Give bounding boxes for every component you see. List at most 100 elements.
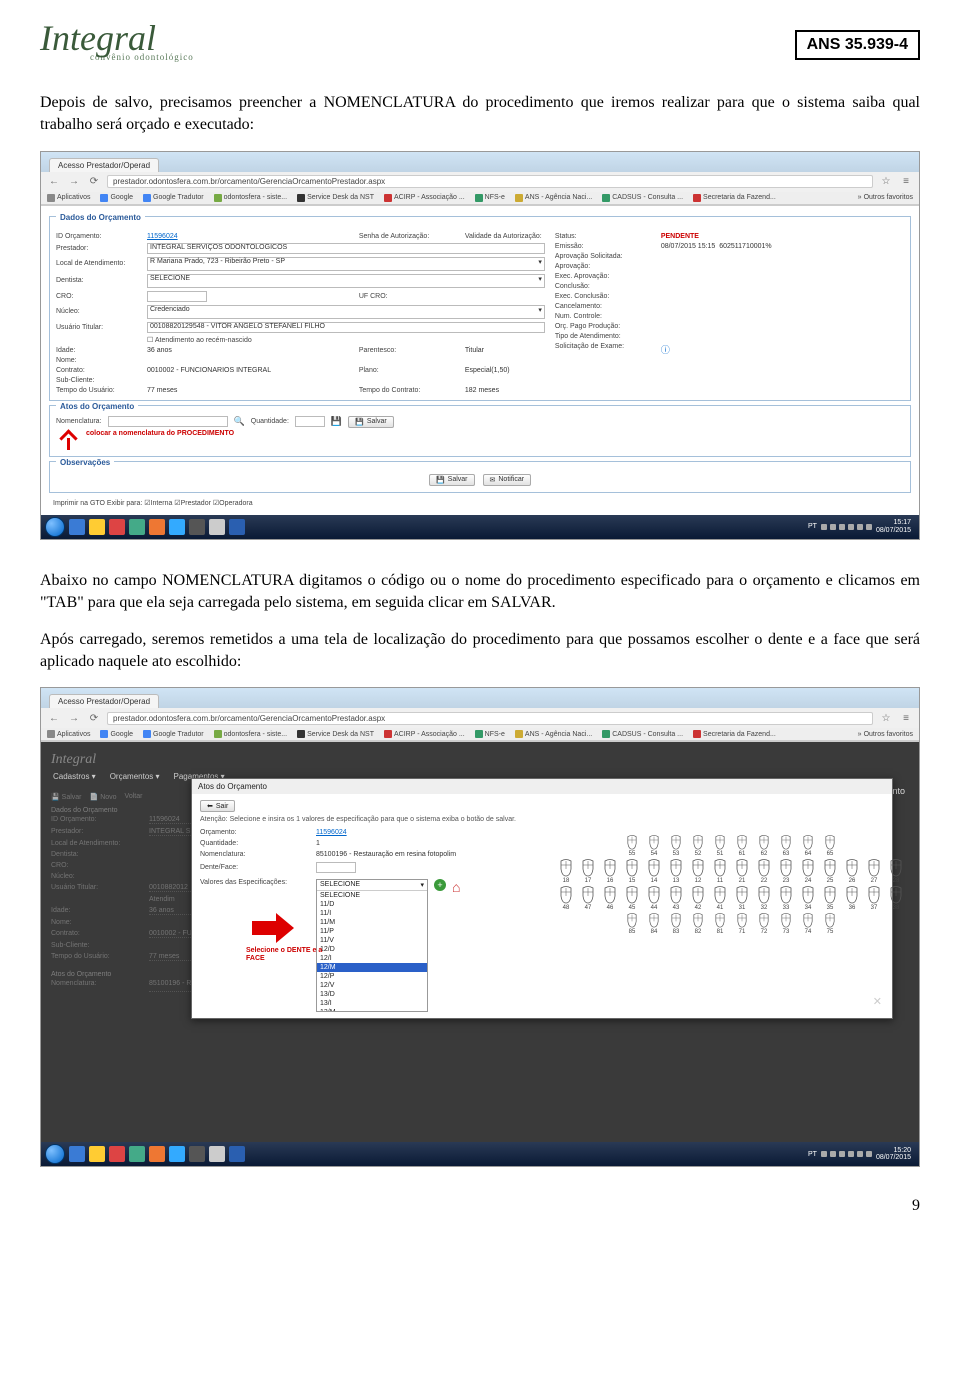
tooth-41[interactable]: 41 <box>712 886 728 911</box>
bookmark-item[interactable]: NFS-e <box>475 730 505 738</box>
tooth-44[interactable]: 44 <box>646 886 662 911</box>
menu-icon[interactable]: ≡ <box>899 711 913 725</box>
tooth-38[interactable]: 38 <box>888 886 904 911</box>
bookmark-item[interactable]: NFS-e <box>475 194 505 202</box>
tooth-52[interactable]: 52 <box>690 835 706 857</box>
search-icon[interactable]: 🔍 <box>234 416 245 427</box>
tooth-33[interactable]: 33 <box>778 886 794 911</box>
tooth-62[interactable]: 62 <box>756 835 772 857</box>
chrome-icon[interactable] <box>89 1146 105 1162</box>
dropdown-option[interactable]: 11/D <box>317 900 427 909</box>
cro-input[interactable] <box>147 291 207 302</box>
tooth-18[interactable]: 18 <box>558 859 574 884</box>
tooth-83[interactable]: 83 <box>668 913 684 935</box>
tooth-14[interactable]: 14 <box>646 859 662 884</box>
orc-value[interactable]: 11596024 <box>316 829 536 836</box>
close-icon[interactable]: ✕ <box>873 995 882 1008</box>
app-icon[interactable] <box>129 519 145 535</box>
bookmark-item[interactable]: ANS - Agência Naci... <box>515 730 592 738</box>
bookmark-item[interactable]: Aplicativos <box>47 730 90 738</box>
tooth-24[interactable]: 24 <box>800 859 816 884</box>
tooth-16[interactable]: 16 <box>602 859 618 884</box>
nucleo-select[interactable]: Credenciado▾ <box>147 305 545 319</box>
bookmark-item[interactable]: Google <box>100 730 133 738</box>
spec-dropdown[interactable]: SELECIONE▾ SELECIONE11/D11/I11/M11/P11/V… <box>316 879 428 1012</box>
tooth-32[interactable]: 32 <box>756 886 772 911</box>
sair-button[interactable]: ⬅ Sair <box>200 800 235 812</box>
tooth-64[interactable]: 64 <box>800 835 816 857</box>
bookmark-item[interactable]: ACIRP - Associação ... <box>384 194 465 202</box>
tooth-72[interactable]: 72 <box>756 913 772 935</box>
url-field[interactable]: prestador.odontosfera.com.br/orcamento/G… <box>107 712 873 725</box>
tooth-61[interactable]: 61 <box>734 835 750 857</box>
tooth-84[interactable]: 84 <box>646 913 662 935</box>
dropdown-option[interactable]: 11/P <box>317 927 427 936</box>
chrome-icon[interactable] <box>89 519 105 535</box>
tooth-13[interactable]: 13 <box>668 859 684 884</box>
checkbox-rn[interactable]: ☐ Atendimento ao recém-nascido <box>147 336 545 344</box>
menu-icon[interactable]: ≡ <box>899 175 913 189</box>
prestador-input[interactable]: INTEGRAL SERVIÇOS ODONTOLOGICOS <box>147 243 545 254</box>
bookmark-item[interactable]: ANS - Agência Naci... <box>515 194 592 202</box>
tooth-37[interactable]: 37 <box>866 886 882 911</box>
tooth-53[interactable]: 53 <box>668 835 684 857</box>
app-icon[interactable] <box>109 1146 125 1162</box>
nomenclatura-input[interactable] <box>108 416 228 427</box>
bookmark-item[interactable]: ACIRP - Associação ... <box>384 730 465 738</box>
dropdown-option[interactable]: 13/M <box>317 1008 427 1011</box>
print-options[interactable]: Imprimir na GTO Exibir para: ☑Interna ☑P… <box>49 497 911 509</box>
tooth-36[interactable]: 36 <box>844 886 860 911</box>
app-icon[interactable] <box>129 1146 145 1162</box>
info-icon[interactable]: ⓘ <box>661 343 781 356</box>
salvar-button[interactable]: 💾 Salvar <box>348 416 394 428</box>
quantidade-input[interactable] <box>295 416 325 427</box>
star-icon[interactable]: ☆ <box>879 175 893 189</box>
dente-input[interactable] <box>316 862 356 873</box>
dropdown-option[interactable]: 11/I <box>317 909 427 918</box>
notificar-button[interactable]: ✉ Notificar <box>483 474 532 486</box>
tooth-28[interactable]: 28 <box>888 859 904 884</box>
menu-cadastros[interactable]: Cadastros ▾ <box>53 772 96 781</box>
tooth-35[interactable]: 35 <box>822 886 838 911</box>
dropdown-option[interactable]: SELECIONE <box>317 891 427 900</box>
bookmark-item[interactable]: Google <box>100 194 133 202</box>
tooth-11[interactable]: 11 <box>712 859 728 884</box>
local-select[interactable]: R Mariana Prado, 723 - Ribeirão Preto - … <box>147 257 545 271</box>
bookmark-item[interactable]: CADSUS - Consulta ... <box>602 194 683 202</box>
tooth-47[interactable]: 47 <box>580 886 596 911</box>
app-icon[interactable] <box>149 519 165 535</box>
salvar-button[interactable]: 💾 Salvar <box>429 474 475 486</box>
word-icon[interactable] <box>229 519 245 535</box>
start-button[interactable] <box>45 1144 65 1164</box>
skype-icon[interactable] <box>169 519 185 535</box>
back-icon[interactable]: ← <box>47 711 61 725</box>
dropdown-option[interactable]: 12/M <box>317 963 427 972</box>
bookmark-item[interactable]: Service Desk da NST <box>297 730 374 738</box>
bookmark-item[interactable]: Google Tradutor <box>143 730 204 738</box>
back-icon[interactable]: ← <box>47 175 61 189</box>
dentista-select[interactable]: SELECIONE▾ <box>147 274 545 288</box>
clock[interactable]: 15:20 08/07/2015 <box>876 1147 915 1162</box>
dropdown-option[interactable]: 12/P <box>317 972 427 981</box>
system-tray[interactable] <box>821 1151 872 1157</box>
tooth-74[interactable]: 74 <box>800 913 816 935</box>
tooth-45[interactable]: 45 <box>624 886 640 911</box>
tooth-71[interactable]: 71 <box>734 913 750 935</box>
tooth-17[interactable]: 17 <box>580 859 596 884</box>
dropdown-option[interactable]: 12/I <box>317 954 427 963</box>
menu-orcamentos[interactable]: Orçamentos ▾ <box>110 772 160 781</box>
tooth-22[interactable]: 22 <box>756 859 772 884</box>
skype-icon[interactable] <box>169 1146 185 1162</box>
tooth-73[interactable]: 73 <box>778 913 794 935</box>
app-icon[interactable] <box>189 519 205 535</box>
bookmark-item[interactable]: Service Desk da NST <box>297 194 374 202</box>
bookmark-item[interactable]: » Outros favoritos <box>858 730 913 738</box>
reload-icon[interactable]: ⟳ <box>87 711 101 725</box>
tooth-23[interactable]: 23 <box>778 859 794 884</box>
url-field[interactable]: prestador.odontosfera.com.br/orcamento/G… <box>107 175 873 188</box>
tooth-34[interactable]: 34 <box>800 886 816 911</box>
forward-icon[interactable]: → <box>67 175 81 189</box>
add-icon[interactable]: + <box>434 879 446 891</box>
tooth-55[interactable]: 55 <box>624 835 640 857</box>
tooth-63[interactable]: 63 <box>778 835 794 857</box>
